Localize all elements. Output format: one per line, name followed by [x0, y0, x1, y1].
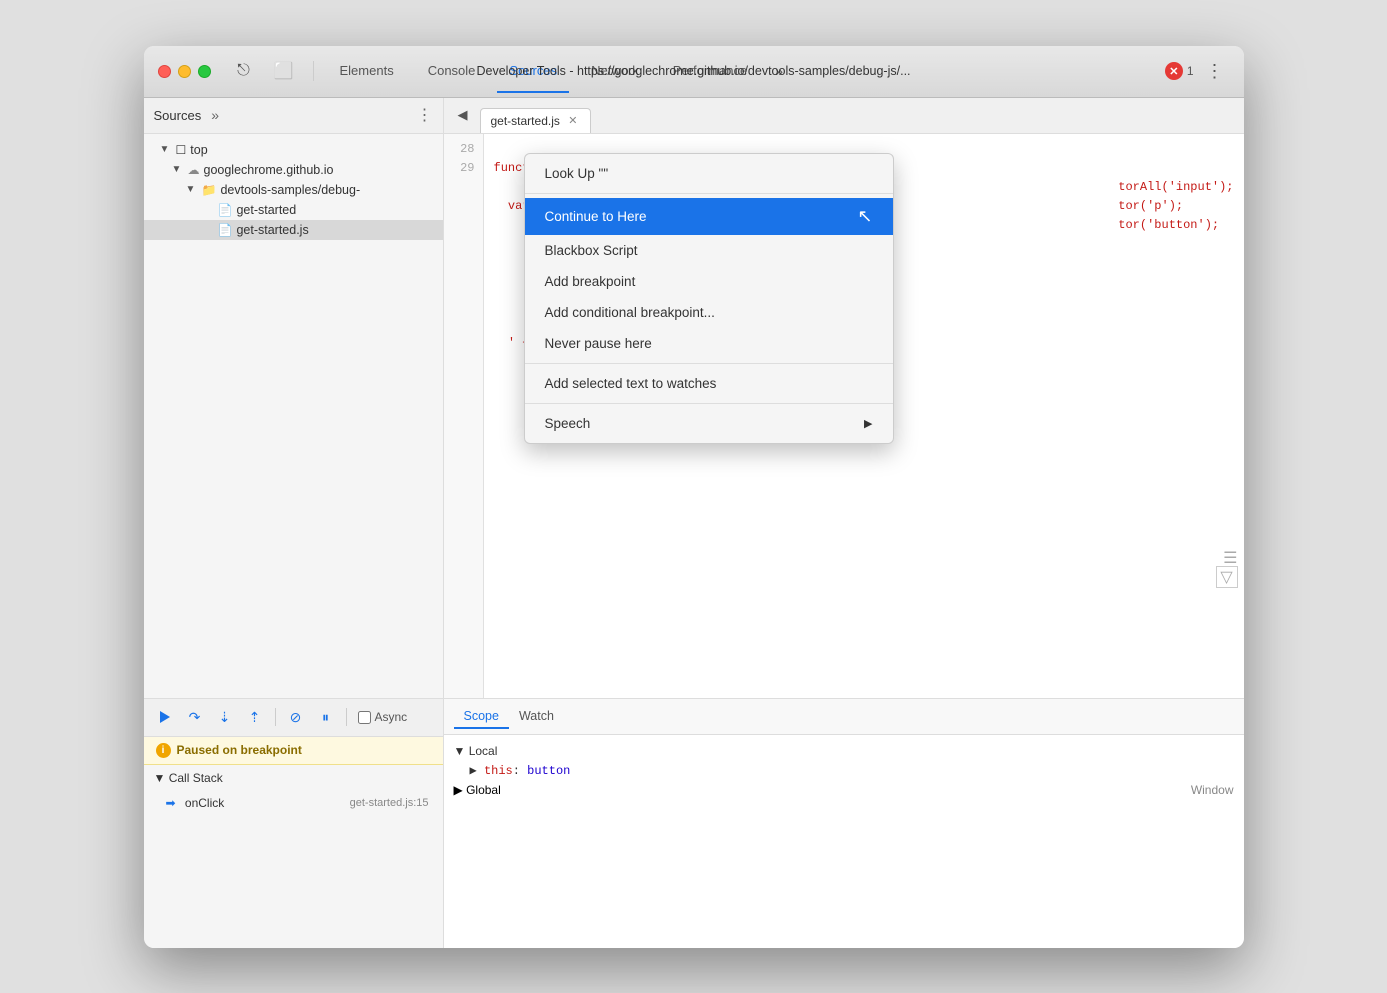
tree-item-file1[interactable]: ▶ 📄 get-started: [144, 200, 443, 220]
file-tabs: ◀ get-started.js ✕: [444, 98, 1244, 134]
minimize-button[interactable]: [178, 65, 191, 78]
sidebar-label: Sources: [154, 108, 202, 123]
tree-item-file2[interactable]: ▶ 📄 get-started.js: [144, 220, 443, 240]
tab-elements[interactable]: Elements: [328, 49, 406, 93]
context-menu-speech[interactable]: Speech ▶: [525, 408, 893, 439]
async-input[interactable]: [358, 711, 371, 724]
sidebar: Sources » ⋮ ▼ ☐ top ▼ ☁ googlechrome.git…: [144, 98, 444, 698]
pause-on-exceptions-button[interactable]: ⏸: [313, 704, 339, 730]
context-menu-divider: [525, 193, 893, 194]
tree-label-folder: devtools-samples/debug-: [220, 183, 360, 197]
context-menu-add-watches[interactable]: Add selected text to watches: [525, 368, 893, 399]
toolbar-right: ✕ 1 ⋮: [1165, 57, 1230, 85]
line-numbers: 28 29: [444, 134, 484, 698]
tab-watch[interactable]: Watch: [509, 705, 564, 729]
divider: [313, 61, 314, 81]
file-tab-label: get-started.js: [491, 114, 560, 128]
tree-item-domain[interactable]: ▼ ☁ googlechrome.github.io: [144, 160, 443, 180]
file-tab-getstarted[interactable]: get-started.js ✕: [480, 108, 591, 133]
submenu-arrow-icon: ▶: [864, 417, 872, 430]
callstack-file-ref: get-started.js:15: [350, 797, 429, 809]
step-over-button[interactable]: ↷: [182, 704, 208, 730]
sidebar-more-button[interactable]: »: [207, 105, 223, 125]
cloud-icon: ☁: [188, 163, 200, 177]
tree-item-folder[interactable]: ▼ 📁 devtools-samples/debug-: [144, 180, 443, 200]
context-menu-add-breakpoint[interactable]: Add breakpoint: [525, 266, 893, 297]
cursor-icon[interactable]: ⎋: [229, 57, 259, 85]
paused-label: Paused on breakpoint: [177, 743, 302, 757]
context-menu-lookup[interactable]: Look Up "": [525, 158, 893, 189]
window-label: Window: [1191, 783, 1234, 797]
devtools-window: ⎋ ⬜ Elements Console Sources Network Per…: [144, 46, 1244, 948]
context-menu-add-conditional[interactable]: Add conditional breakpoint...: [525, 297, 893, 328]
js-file-icon: 📄: [218, 223, 233, 237]
error-icon: ✕: [1165, 62, 1183, 80]
resume-button[interactable]: [152, 704, 178, 730]
step-out-button[interactable]: ⇡: [242, 704, 268, 730]
window-title: Developer Tools - https://googlechrome.g…: [476, 64, 910, 78]
async-label: Async: [375, 710, 408, 724]
this-prop-name: this: [484, 764, 513, 778]
bottom-area: ↷ ⇣ ⇡ ⊘ ⏸ Async i Paused on breakpoint ▼…: [144, 698, 1244, 948]
context-menu-blackbox[interactable]: Blackbox Script: [525, 235, 893, 266]
traffic-lights: [158, 65, 211, 78]
main-content: Sources » ⋮ ▼ ☐ top ▼ ☁ googlechrome.git…: [144, 98, 1244, 698]
debug-controls: ↷ ⇣ ⇡ ⊘ ⏸ Async i Paused on breakpoint ▼…: [144, 699, 444, 948]
arrow-icon: ▼: [186, 184, 198, 195]
folder-icon: ☐: [176, 143, 187, 157]
debug-toolbar: ↷ ⇣ ⇡ ⊘ ⏸ Async: [144, 699, 443, 737]
context-menu-divider3: [525, 403, 893, 404]
this-prop-val: button: [527, 764, 570, 778]
step-into-button[interactable]: ⇣: [212, 704, 238, 730]
tree-label-top: top: [190, 143, 207, 157]
maximize-button[interactable]: [198, 65, 211, 78]
tree-label-domain: googlechrome.github.io: [204, 163, 334, 177]
callstack-fn-name: onClick: [185, 796, 224, 810]
tab-scope[interactable]: Scope: [454, 705, 509, 729]
async-checkbox[interactable]: Async: [358, 710, 408, 724]
mobile-icon[interactable]: ⬜: [269, 57, 299, 85]
titlebar: ⎋ ⬜ Elements Console Sources Network Per…: [144, 46, 1244, 98]
paused-notice: i Paused on breakpoint: [144, 737, 443, 765]
arrow-icon: ▼: [172, 164, 184, 175]
cursor-indicator: ↖: [857, 206, 872, 227]
divider2: [346, 708, 347, 726]
tree-item-top[interactable]: ▼ ☐ top: [144, 140, 443, 160]
scope-content: ▼ Local ▶ this: button ▶ Global Window: [444, 735, 1244, 948]
collapse-icon[interactable]: ▽: [1216, 566, 1238, 588]
folder-icon: 📁: [202, 183, 217, 197]
sidebar-tree: ▼ ☐ top ▼ ☁ googlechrome.github.io ▼ 📁 d…: [144, 134, 443, 698]
callstack-item-onclick[interactable]: ➡ onClick get-started.js:15: [144, 791, 443, 815]
sidebar-options-button[interactable]: ⋮: [417, 105, 433, 125]
code-area: ◀ get-started.js ✕ 28 29 func: [444, 98, 1244, 698]
context-menu-never-pause[interactable]: Never pause here: [525, 328, 893, 359]
global-scope-header[interactable]: ▶ Global Window: [454, 780, 1234, 800]
divider: [275, 708, 276, 726]
context-menu-continue[interactable]: Continue to Here ↖: [525, 198, 893, 235]
close-tab-icon[interactable]: ✕: [566, 114, 580, 128]
arrow-icon: ▼: [160, 144, 172, 155]
scroll-icon: ☰: [1223, 548, 1237, 568]
context-menu: Look Up "" Continue to Here ↖ Blackbox S…: [524, 153, 894, 444]
scope-tabs: Scope Watch: [444, 699, 1244, 735]
right-panel: Scope Watch ▼ Local ▶ this: button ▶ Glo…: [444, 699, 1244, 948]
file-icon: 📄: [218, 203, 233, 217]
deactivate-breakpoints-button[interactable]: ⊘: [283, 704, 309, 730]
tree-label-file1: get-started: [236, 203, 296, 217]
callstack-header[interactable]: ▼ Call Stack: [144, 765, 443, 791]
info-icon: i: [156, 743, 171, 758]
local-scope-header[interactable]: ▼ Local: [454, 741, 1234, 761]
tree-label-file2: get-started.js: [236, 223, 308, 237]
error-badge[interactable]: ✕ 1: [1165, 62, 1194, 80]
navigate-back-button[interactable]: ◀: [450, 102, 476, 128]
arrow-icon: ➡: [166, 796, 176, 810]
context-menu-divider2: [525, 363, 893, 364]
close-button[interactable]: [158, 65, 171, 78]
settings-icon[interactable]: ⋮: [1200, 57, 1230, 85]
scope-item-this[interactable]: ▶ this: button: [454, 761, 1234, 780]
sidebar-header: Sources » ⋮: [144, 98, 443, 134]
